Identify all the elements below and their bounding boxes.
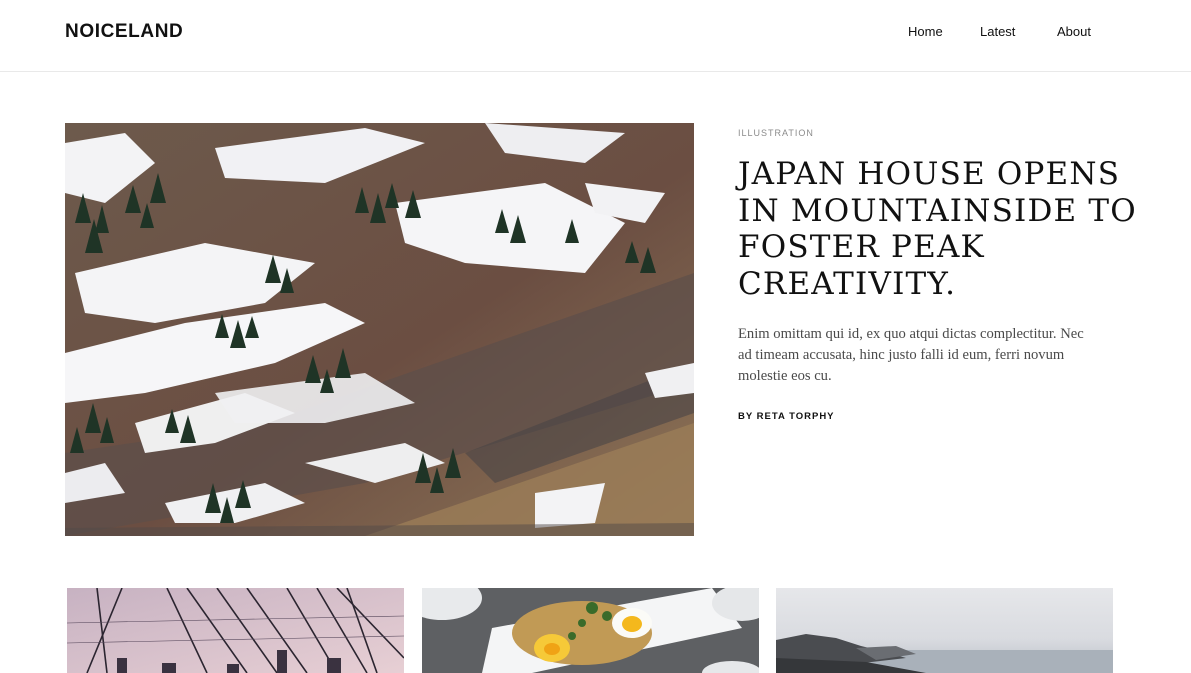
bridge-cables-photo bbox=[67, 588, 404, 673]
site-logo[interactable]: NOICELAND bbox=[65, 21, 183, 43]
site-header: NOICELAND Home Latest About bbox=[0, 0, 1191, 72]
featured-byline[interactable]: BY RETA TORPHY bbox=[738, 411, 835, 422]
article-card[interactable] bbox=[422, 588, 759, 673]
coastal-mountains-photo bbox=[776, 588, 1113, 673]
nav-about[interactable]: About bbox=[1057, 24, 1091, 39]
article-card[interactable] bbox=[776, 588, 1113, 673]
nav-home[interactable]: Home bbox=[908, 24, 943, 39]
snowy-mountain-photo bbox=[65, 123, 694, 536]
nav-latest[interactable]: Latest bbox=[980, 24, 1015, 39]
featured-excerpt: Enim omittam qui id, ex quo atqui dictas… bbox=[738, 326, 1084, 384]
featured-image[interactable] bbox=[65, 123, 694, 536]
article-card[interactable] bbox=[67, 588, 404, 673]
featured-category[interactable]: ILLUSTRATION bbox=[738, 128, 814, 138]
featured-title[interactable]: JAPAN HOUSE OPENS IN MOUNTAINSIDE TO FOS… bbox=[738, 156, 1138, 302]
food-plate-photo bbox=[422, 588, 759, 673]
